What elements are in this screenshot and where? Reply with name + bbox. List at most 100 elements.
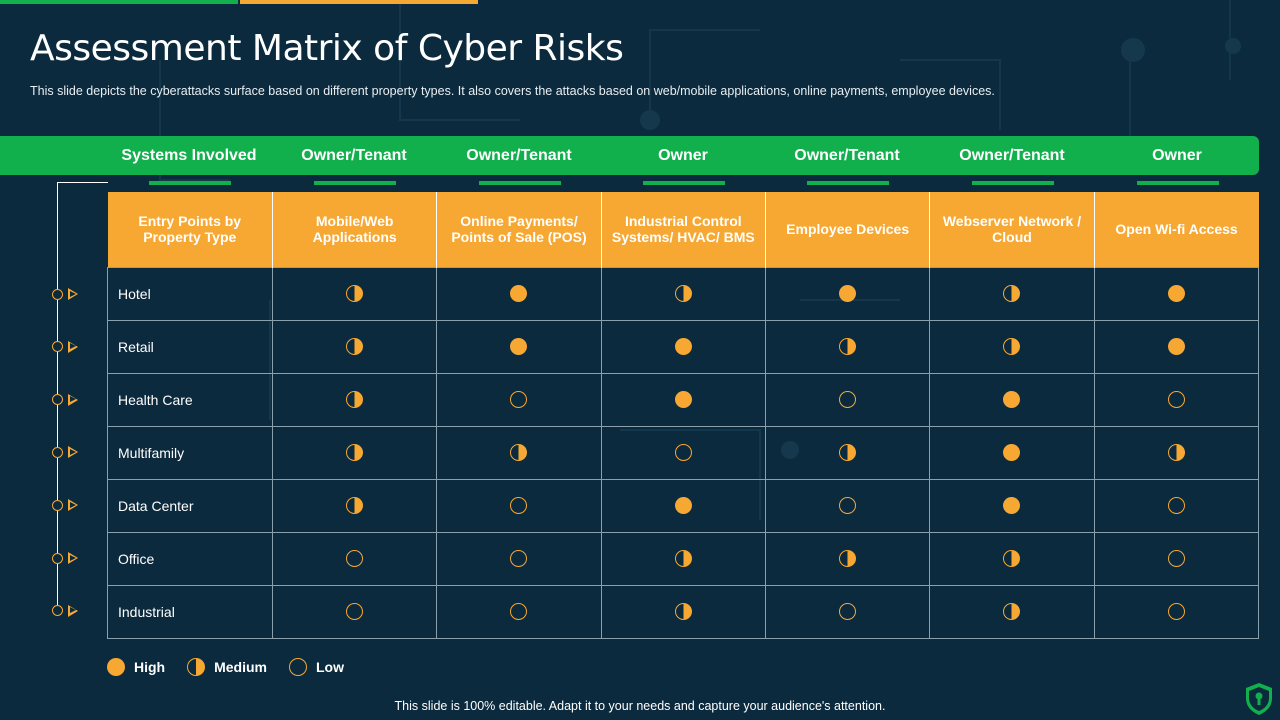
- matrix-row: Multifamily: [107, 425, 1260, 480]
- band-connector: [643, 181, 725, 185]
- risk-cell: [1093, 531, 1260, 586]
- risk-cell: [929, 531, 1095, 586]
- low-risk-icon: [1167, 603, 1185, 621]
- matrix-row: Retail: [107, 319, 1260, 374]
- legend-high-label: High: [134, 659, 166, 675]
- risk-cell: [764, 584, 931, 639]
- system-owner-col4: Owner/Tenant: [794, 146, 900, 164]
- risk-cell: [271, 319, 438, 374]
- risk-cell: [436, 319, 602, 374]
- medium-risk-icon: [510, 444, 528, 462]
- risk-cell: [600, 531, 766, 586]
- low-risk-icon: [1167, 497, 1185, 515]
- shield-lock-icon: [1246, 683, 1272, 715]
- circle-triangle-marker-icon: [52, 498, 82, 512]
- risk-cell: [436, 425, 602, 480]
- high-risk-icon: [1167, 338, 1185, 356]
- matrix-row: Office: [107, 531, 1260, 586]
- high-risk-icon: [510, 285, 528, 303]
- system-owner-col3: Owner: [658, 146, 708, 164]
- legend-low: Low: [289, 658, 344, 676]
- risk-cell: [929, 425, 1095, 480]
- risk-cell: [271, 266, 438, 321]
- band-connector: [1137, 181, 1219, 185]
- page-subtitle: This slide depicts the cyberattacks surf…: [30, 84, 995, 98]
- systems-involved-band: Systems Involved Owner/Tenant Owner/Tena…: [0, 136, 1259, 175]
- header-employee-devices: Employee Devices: [765, 192, 931, 267]
- risk-cell: [929, 319, 1095, 374]
- low-risk-icon: [839, 603, 857, 621]
- low-risk-icon: [839, 391, 857, 409]
- medium-risk-icon: [346, 285, 364, 303]
- header-open-wifi: Open Wi-fi Access: [1094, 192, 1259, 267]
- band-connector: [972, 181, 1054, 185]
- high-risk-icon: [1003, 497, 1021, 515]
- risk-cell: [271, 478, 438, 533]
- band-connector: [479, 181, 561, 185]
- risk-cell: [271, 584, 438, 639]
- legend-low-label: Low: [316, 659, 344, 675]
- systems-involved-label: Systems Involved: [121, 146, 257, 164]
- medium-risk-icon: [1003, 603, 1021, 621]
- medium-risk-icon: [1003, 285, 1021, 303]
- risk-matrix-table: Entry Points by Property Type Mobile/Web…: [107, 192, 1260, 639]
- risk-cell: [1093, 319, 1260, 374]
- band-connector: [807, 181, 889, 185]
- medium-risk-icon: [839, 338, 857, 356]
- header-online-payments: Online Payments/ Points of Sale (POS): [436, 192, 602, 267]
- system-owner-col6: Owner: [1152, 146, 1202, 164]
- legend: High Medium Low: [107, 658, 366, 676]
- risk-cell: [764, 372, 931, 427]
- matrix-row: Health Care: [107, 372, 1260, 427]
- risk-cell: [764, 531, 931, 586]
- medium-risk-icon: [187, 658, 206, 676]
- risk-cell: [600, 372, 766, 427]
- medium-risk-icon: [1003, 550, 1021, 568]
- row-label: Multifamily: [107, 425, 273, 480]
- row-label: Hotel: [107, 266, 273, 321]
- risk-cell: [600, 425, 766, 480]
- medium-risk-icon: [1003, 338, 1021, 356]
- system-owner-col5: Owner/Tenant: [959, 146, 1065, 164]
- matrix-row: Data Center: [107, 478, 1260, 533]
- header-entry-points: Entry Points by Property Type: [107, 192, 273, 267]
- risk-cell: [271, 425, 438, 480]
- risk-cell: [600, 478, 766, 533]
- risk-cell: [764, 266, 931, 321]
- risk-cell: [764, 478, 931, 533]
- medium-risk-icon: [346, 391, 364, 409]
- low-risk-icon: [510, 550, 528, 568]
- low-risk-icon: [1167, 391, 1185, 409]
- risk-cell: [271, 372, 438, 427]
- circle-triangle-marker-icon: [52, 287, 82, 301]
- low-risk-icon: [1167, 550, 1185, 568]
- header-industrial-control: Industrial Control Systems/ HVAC/ BMS: [601, 192, 766, 267]
- header-mobile-web: Mobile/Web Applications: [272, 192, 438, 267]
- footer-note: This slide is 100% editable. Adapt it to…: [394, 699, 886, 713]
- risk-cell: [1093, 372, 1260, 427]
- risk-cell: [929, 584, 1095, 639]
- low-risk-icon: [839, 497, 857, 515]
- row-label: Office: [107, 531, 273, 586]
- high-risk-icon: [1003, 444, 1021, 462]
- low-risk-icon: [346, 603, 364, 621]
- risk-cell: [600, 319, 766, 374]
- medium-risk-icon: [346, 497, 364, 515]
- medium-risk-icon: [346, 338, 364, 356]
- risk-cell: [1093, 478, 1260, 533]
- band-connector: [314, 181, 396, 185]
- circle-triangle-marker-icon: [52, 393, 82, 407]
- risk-cell: [929, 372, 1095, 427]
- low-risk-icon: [289, 658, 307, 676]
- risk-cell: [1093, 584, 1260, 639]
- low-risk-icon: [510, 497, 528, 515]
- risk-cell: [600, 584, 766, 639]
- system-owner-col1: Owner/Tenant: [301, 146, 407, 164]
- band-connector: [149, 181, 231, 185]
- matrix-header-row: Entry Points by Property Type Mobile/Web…: [107, 192, 1259, 267]
- bracket-top-line: [57, 182, 108, 183]
- page-title: Assessment Matrix of Cyber Risks: [30, 28, 624, 69]
- risk-cell: [764, 319, 931, 374]
- risk-cell: [600, 266, 766, 321]
- high-risk-icon: [839, 285, 857, 303]
